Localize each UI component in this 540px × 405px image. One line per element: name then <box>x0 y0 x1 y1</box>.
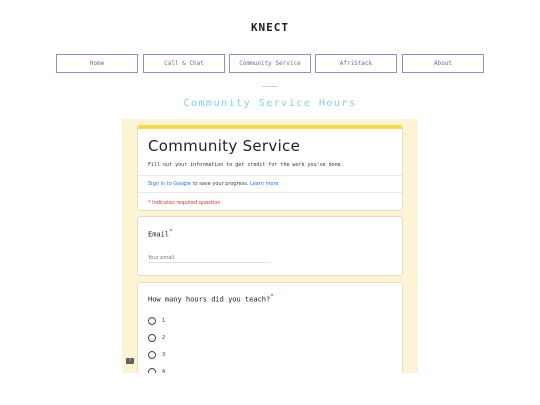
option-label: 4 <box>162 369 166 373</box>
header-divider <box>138 175 402 176</box>
required-asterisk: * <box>270 294 274 300</box>
hours-option-4[interactable]: 4 <box>148 368 165 373</box>
form-title: Community Service <box>148 137 301 155</box>
radio-icon[interactable] <box>148 368 156 373</box>
nav-call-chat-button[interactable]: Call & Chat <box>143 54 225 73</box>
hours-option-3[interactable]: 3 <box>148 351 165 359</box>
form-header-card: Community Service Fill out your informat… <box>137 125 403 211</box>
option-label: 2 <box>162 335 166 341</box>
radio-icon[interactable] <box>148 317 156 325</box>
email-label: Email* <box>148 229 173 238</box>
email-label-text: Email <box>148 230 170 239</box>
learn-more-link[interactable]: Learn more <box>250 181 279 187</box>
nav-home-button[interactable]: Home <box>56 54 138 73</box>
site-title: KNECT <box>250 21 290 34</box>
nav-about-button[interactable]: About <box>402 54 484 73</box>
required-asterisk: * <box>169 229 173 235</box>
required-note: * Indicates required question <box>148 200 221 206</box>
option-label: 3 <box>162 352 166 358</box>
embedded-form: Community Service Fill out your informat… <box>122 119 418 373</box>
nav-afristack-button[interactable]: AfriStack <box>315 54 397 73</box>
email-question-card: Email* <box>137 216 403 276</box>
heading-divider <box>262 86 277 87</box>
signin-prompt: Sign in to Google to save your progress.… <box>148 181 279 187</box>
hours-option-2[interactable]: 2 <box>148 334 165 342</box>
signin-link[interactable]: Sign in to Google <box>148 181 191 187</box>
radio-icon[interactable] <box>148 351 156 359</box>
hours-question-card: How many hours did you teach?* 1 2 3 4 <box>137 282 403 373</box>
email-field[interactable] <box>148 253 270 263</box>
hours-label: How many hours did you teach?* <box>148 294 274 303</box>
form-description: Fill out your information to get credit … <box>148 162 344 168</box>
hours-label-text: How many hours did you teach? <box>148 295 271 304</box>
report-icon[interactable]: ! <box>126 358 134 364</box>
radio-icon[interactable] <box>148 334 156 342</box>
header-divider-2 <box>138 192 402 193</box>
hours-option-1[interactable]: 1 <box>148 317 165 325</box>
nav-community-service-button[interactable]: Community Service <box>229 54 311 73</box>
signin-text: to save your progress. <box>192 181 249 187</box>
page-heading: Community Service Hours <box>183 98 357 109</box>
option-label: 1 <box>162 318 166 324</box>
